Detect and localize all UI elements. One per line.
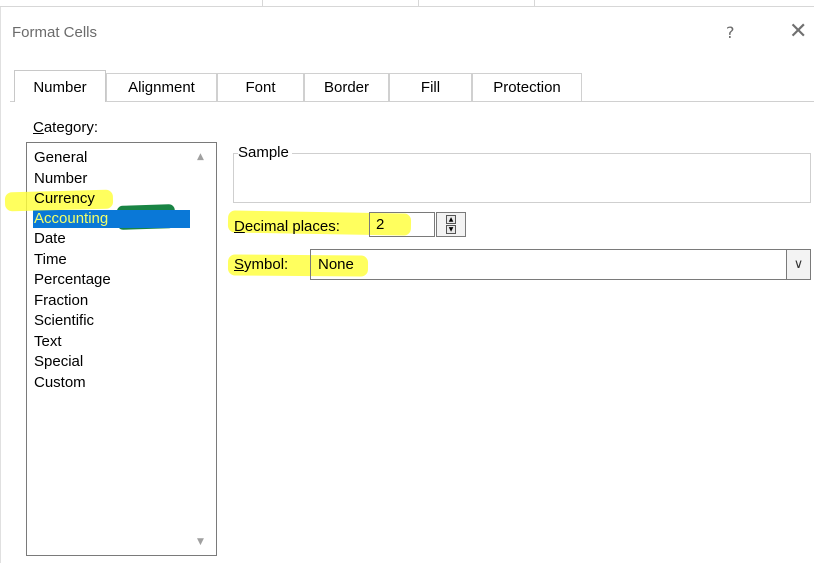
- category-item-general[interactable]: General: [33, 148, 190, 169]
- tab-fill[interactable]: Fill: [389, 73, 472, 101]
- dropdown-button[interactable]: ∨: [786, 250, 810, 279]
- close-icon: ✕: [789, 18, 808, 43]
- tab-font[interactable]: Font: [217, 73, 304, 101]
- window-left-border: [0, 7, 1, 563]
- category-item-number[interactable]: Number: [33, 169, 190, 190]
- symbol-dropdown[interactable]: None ∨: [310, 249, 811, 280]
- chevron-down-icon: ▼: [197, 537, 204, 547]
- category-item-accounting[interactable]: Accounting: [33, 209, 190, 228]
- window-top-tick: [418, 0, 419, 7]
- decimal-places-input[interactable]: 2: [369, 212, 435, 237]
- window-top-border: [0, 6, 814, 7]
- symbol-label: Symbol:: [234, 256, 289, 273]
- close-button[interactable]: ✕: [789, 20, 807, 42]
- category-item-text[interactable]: Text: [33, 332, 190, 353]
- chevron-down-icon: ∨: [793, 257, 804, 272]
- triangle-up-icon[interactable]: ▲: [446, 215, 456, 224]
- category-item-custom[interactable]: Custom: [33, 373, 190, 394]
- symbol-selected-value: None: [318, 256, 354, 273]
- category-item-currency[interactable]: Currency: [33, 189, 190, 210]
- help-button[interactable]: ?: [726, 23, 735, 42]
- tab-protection[interactable]: Protection: [472, 73, 582, 101]
- category-item-percentage[interactable]: Percentage: [33, 270, 190, 291]
- category-item-fraction[interactable]: Fraction: [33, 291, 190, 312]
- sample-group: [233, 153, 811, 203]
- sample-label: Sample: [238, 144, 292, 161]
- category-item-time[interactable]: Time: [33, 250, 190, 271]
- category-item-special[interactable]: Special: [33, 352, 190, 373]
- triangle-down-icon[interactable]: ▼: [446, 225, 456, 234]
- category-item-label: Accounting: [34, 209, 109, 227]
- window-top-tick: [534, 0, 535, 7]
- tab-number[interactable]: Number: [14, 70, 106, 102]
- tab-alignment[interactable]: Alignment: [106, 73, 217, 101]
- category-label: Category:: [33, 119, 99, 136]
- chevron-up-icon: ▲: [197, 152, 204, 162]
- category-item-scientific[interactable]: Scientific: [33, 311, 190, 332]
- window-top-tick: [262, 0, 263, 7]
- scroll-down-button[interactable]: ▼: [197, 537, 204, 547]
- tab-border[interactable]: Border: [304, 73, 389, 101]
- decimal-places-label: Decimal places:: [234, 218, 340, 235]
- decimal-places-stepper[interactable]: ▲ ▼: [436, 212, 466, 237]
- scroll-up-button[interactable]: ▲: [197, 152, 204, 162]
- dialog-title: Format Cells: [12, 24, 98, 41]
- category-item-date[interactable]: Date: [33, 229, 190, 250]
